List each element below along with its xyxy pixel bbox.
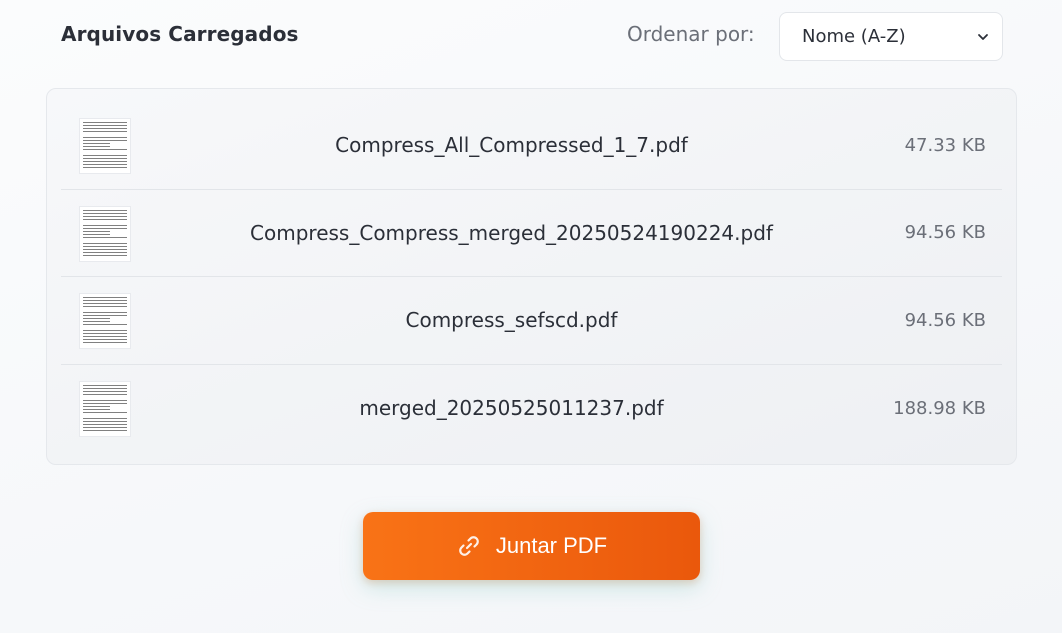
merge-button-label: Juntar PDF	[495, 533, 608, 558]
merge-pdf-button[interactable]: Juntar PDF	[363, 512, 700, 580]
pdf-thumbnail	[79, 118, 131, 174]
file-size: 47.33 KB	[904, 134, 986, 156]
file-row[interactable]: Compress_All_Compressed_1_7.pdf 47.33 KB	[61, 102, 1002, 190]
link-icon	[459, 536, 479, 556]
pdf-thumbnail	[79, 205, 131, 262]
page-title: Arquivos Carregados	[61, 22, 299, 46]
sort-select[interactable]: Nome (A-Z)	[779, 12, 1003, 61]
file-name: Compress_All_Compressed_1_7.pdf	[335, 133, 688, 158]
file-name: Compress_Compress_merged_20250524190224.…	[250, 220, 773, 245]
file-size: 188.98 KB	[893, 397, 986, 419]
pdf-thumbnail	[79, 293, 131, 349]
sort-selected-value: Nome (A-Z)	[802, 26, 906, 47]
file-name: Compress_sefscd.pdf	[405, 308, 618, 333]
file-row[interactable]: merged_20250525011237.pdf 188.98 KB	[61, 365, 1002, 453]
file-name: merged_20250525011237.pdf	[359, 396, 664, 421]
pdf-thumbnail	[79, 380, 131, 437]
file-row[interactable]: Compress_Compress_merged_20250524190224.…	[61, 190, 1002, 277]
sort-label: Ordenar por:	[627, 22, 755, 46]
file-size: 94.56 KB	[904, 309, 986, 331]
chevron-down-icon	[978, 34, 988, 40]
file-row[interactable]: Compress_sefscd.pdf 94.56 KB	[61, 277, 1002, 365]
file-size: 94.56 KB	[904, 222, 986, 244]
file-list: Compress_All_Compressed_1_7.pdf 47.33 KB…	[46, 88, 1017, 465]
